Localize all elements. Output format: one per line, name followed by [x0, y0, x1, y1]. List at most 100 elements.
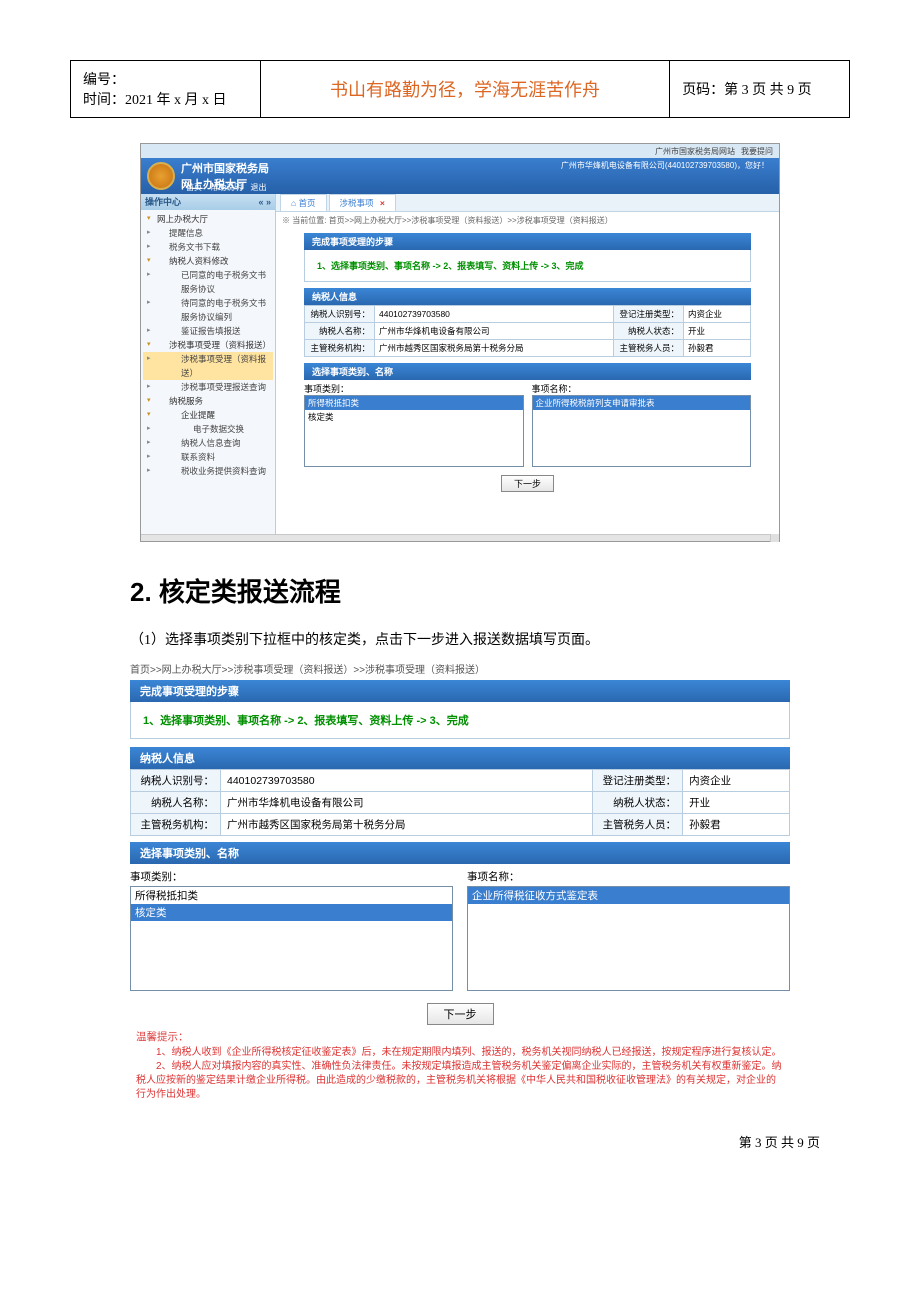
info-label: 纳税人名称：	[305, 323, 375, 340]
detail-screenshot: 首页>>网上办税大厅>>涉税事项受理（资料报送）>>涉税事项受理（资料报送） 完…	[130, 657, 790, 1102]
category-listbox[interactable]: 所得税抵扣类 核定类	[130, 886, 453, 991]
list-item[interactable]: 所得税抵扣类	[131, 887, 452, 904]
info-label: 纳税人状态：	[593, 792, 683, 814]
nav-help[interactable]: 帮助说明	[210, 183, 242, 192]
itemname-listbox[interactable]: 企业所得税征收方式鉴定表	[467, 886, 790, 991]
header-page: 页码：第 3 页 共 9 页	[670, 61, 850, 118]
taxpayer-info-table: 纳税人识别号： 440102739703580 登记注册类型： 内资企业 纳税人…	[130, 769, 790, 836]
warm-tip-line: 2、纳税人应对填报内容的真实性、准确性负法律责任。未按规定填报造成主管税务机关鉴…	[136, 1060, 784, 1102]
info-label: 纳税人识别号：	[131, 770, 221, 792]
list-item[interactable]: 所得税抵扣类	[305, 396, 523, 410]
info-value: 440102739703580	[221, 770, 593, 792]
info-label: 主管税务机构：	[131, 814, 221, 836]
tax-logo-icon	[147, 162, 175, 190]
emb-subnav: 首页 帮助说明 退出	[186, 182, 272, 193]
tree-item[interactable]: 税务文书下载	[143, 240, 273, 254]
doc-header-table: 编号： 时间：2021 年 x 月 x 日 书山有路勤为径，学海无涯苦作舟 页码…	[70, 60, 850, 118]
section-heading: 2. 核定类报送流程	[130, 572, 920, 609]
tree-item[interactable]: 涉税事项受理报送查询	[143, 380, 273, 394]
category-listbox[interactable]: 所得税抵扣类 核定类	[304, 395, 524, 467]
info-label: 纳税人识别号：	[305, 306, 375, 323]
category-label: 事项类别：	[130, 867, 453, 886]
tree-item[interactable]: 鉴证报告填报送	[143, 324, 273, 338]
select-panel-header: 选择事项类别、名称	[304, 363, 751, 380]
header-date: 时间：2021 年 x 月 x 日	[83, 89, 248, 109]
tree-item-selected[interactable]: 涉税事项受理（资料报送）	[143, 352, 273, 380]
info-value: 广州市越秀区国家税务局第十税务分局	[375, 340, 614, 357]
info-value: 孙毅君	[684, 340, 751, 357]
breadcrumb: ※ 当前位置: 首页>>网上办税大厅>>涉税事项受理（资料报送）>>涉税事项受理…	[276, 212, 779, 229]
emb-header: 广州市国家税务局 网上办税大厅 广州市华烽机电设备有限公司(4401027397…	[141, 158, 779, 194]
next-button[interactable]: 下一步	[427, 1003, 494, 1025]
tab-label: 涉税事项	[340, 198, 374, 208]
taxpayer-info-table: 纳税人识别号： 440102739703580 登记注册类型： 内资企业 纳税人…	[304, 305, 751, 357]
steps-text: 1、选择事项类别、事项名称 -> 2、报表填写、资料上传 -> 3、完成	[313, 255, 742, 276]
info-label: 登记注册类型：	[593, 770, 683, 792]
emb-main: 首页 涉税事项 × ※ 当前位置: 首页>>网上办税大厅>>涉税事项受理（资料报…	[276, 194, 779, 534]
nav-exit[interactable]: 退出	[250, 183, 266, 192]
header-motto: 书山有路勤为径，学海无涯苦作舟	[260, 61, 669, 118]
tree-item[interactable]: 联系资料	[143, 450, 273, 464]
breadcrumb: 首页>>网上办税大厅>>涉税事项受理（资料报送）>>涉税事项受理（资料报送）	[130, 657, 790, 680]
steps-panel-header: 完成事项受理的步骤	[130, 680, 790, 702]
info-value: 广州市华烽机电设备有限公司	[375, 323, 614, 340]
itemname-label: 事项名称：	[467, 867, 790, 886]
info-value: 开业	[684, 323, 751, 340]
category-label: 事项类别：	[304, 382, 524, 395]
tab-active[interactable]: 涉税事项 ×	[329, 194, 396, 211]
tree-item[interactable]: 提醒信息	[143, 226, 273, 240]
emb-tabs: 首页 涉税事项 ×	[276, 194, 779, 212]
app-title: 广州市国家税务局	[181, 160, 269, 176]
info-panel-header: 纳税人信息	[304, 288, 751, 305]
itemname-listbox[interactable]: 企业所得税税前列支申请审批表	[532, 395, 752, 467]
tree-item[interactable]: 税收业务提供资料查询	[143, 464, 273, 478]
list-item[interactable]: 企业所得税税前列支申请审批表	[533, 396, 751, 410]
list-item[interactable]: 核定类	[305, 410, 523, 424]
select-panel-header: 选择事项类别、名称	[130, 842, 790, 864]
list-item-selected[interactable]: 企业所得税征收方式鉴定表	[468, 887, 789, 904]
next-button[interactable]: 下一步	[501, 475, 554, 492]
info-value: 内资企业	[683, 770, 790, 792]
tree-item[interactable]: 电子数据交换	[143, 422, 273, 436]
page-footer: 第 3 页 共 9 页	[0, 1132, 820, 1151]
info-panel-header: 纳税人信息	[130, 747, 790, 769]
tree-item[interactable]: 网上办税大厅	[143, 212, 273, 226]
tree-item[interactable]: 已同意的电子税务文书服务协议	[143, 268, 273, 296]
close-icon[interactable]: ×	[380, 198, 385, 208]
topbar-link-ask[interactable]: 我要提问	[741, 146, 773, 157]
tree-item[interactable]: 待同意的电子税务文书服务协议编列	[143, 296, 273, 324]
tree-item[interactable]: 涉税事项受理（资料报送）	[143, 338, 273, 352]
header-number: 编号：	[83, 69, 248, 89]
tab-home[interactable]: 首页	[280, 194, 327, 211]
select-row: 事项类别： 所得税抵扣类 核定类 事项名称： 企业所得税征收方式鉴定表	[130, 867, 790, 991]
sidebar-tree[interactable]: 网上办税大厅 提醒信息 税务文书下载 纳税人资料修改 已同意的电子税务文书服务协…	[141, 210, 275, 480]
steps-panel-body: 1、选择事项类别、事项名称 -> 2、报表填写、资料上传 -> 3、完成	[304, 250, 751, 282]
horizontal-scrollbar[interactable]	[141, 534, 779, 541]
tree-item[interactable]: 纳税人资料修改	[143, 254, 273, 268]
steps-text: 1、选择事项类别、事项名称 -> 2、报表填写、资料上传 -> 3、完成	[143, 710, 777, 730]
list-item-selected[interactable]: 核定类	[131, 904, 452, 921]
info-value: 广州市越秀区国家税务局第十税务分局	[221, 814, 593, 836]
steps-panel-header: 完成事项受理的步骤	[304, 233, 751, 250]
info-value: 广州市华烽机电设备有限公司	[221, 792, 593, 814]
tree-item[interactable]: 纳税人信息查询	[143, 436, 273, 450]
section-intro: （1）选择事项类别下拉框中的核定类，点击下一步进入报送数据填写页面。	[130, 629, 920, 649]
nav-home[interactable]: 首页	[186, 183, 202, 192]
header-left-cell: 编号： 时间：2021 年 x 月 x 日	[71, 61, 261, 118]
info-value: 开业	[683, 792, 790, 814]
info-label: 主管税务机构：	[305, 340, 375, 357]
info-value: 孙毅君	[683, 814, 790, 836]
user-info-bar: 广州市华烽机电设备有限公司(440102739703580)，您好！	[561, 160, 769, 171]
select-row: 事项类别： 所得税抵扣类 核定类 事项名称： 企业所得税税前列支申请审批表	[304, 382, 751, 467]
info-label: 主管税务人员：	[593, 814, 683, 836]
topbar-link-site[interactable]: 广州市国家税务局网站	[655, 146, 735, 157]
tree-item[interactable]: 企业提醒	[143, 408, 273, 422]
tree-item[interactable]: 纳税服务	[143, 394, 273, 408]
emb-sidebar: 操作中心 « » 网上办税大厅 提醒信息 税务文书下载 纳税人资料修改 已同意的…	[141, 194, 276, 534]
info-label: 纳税人名称：	[131, 792, 221, 814]
info-value: 440102739703580	[375, 306, 614, 323]
emb-topbar: 广州市国家税务局网站 我要提问	[141, 144, 779, 158]
info-label: 主管税务人员：	[614, 340, 684, 357]
info-label: 登记注册类型：	[614, 306, 684, 323]
itemname-label: 事项名称：	[532, 382, 752, 395]
